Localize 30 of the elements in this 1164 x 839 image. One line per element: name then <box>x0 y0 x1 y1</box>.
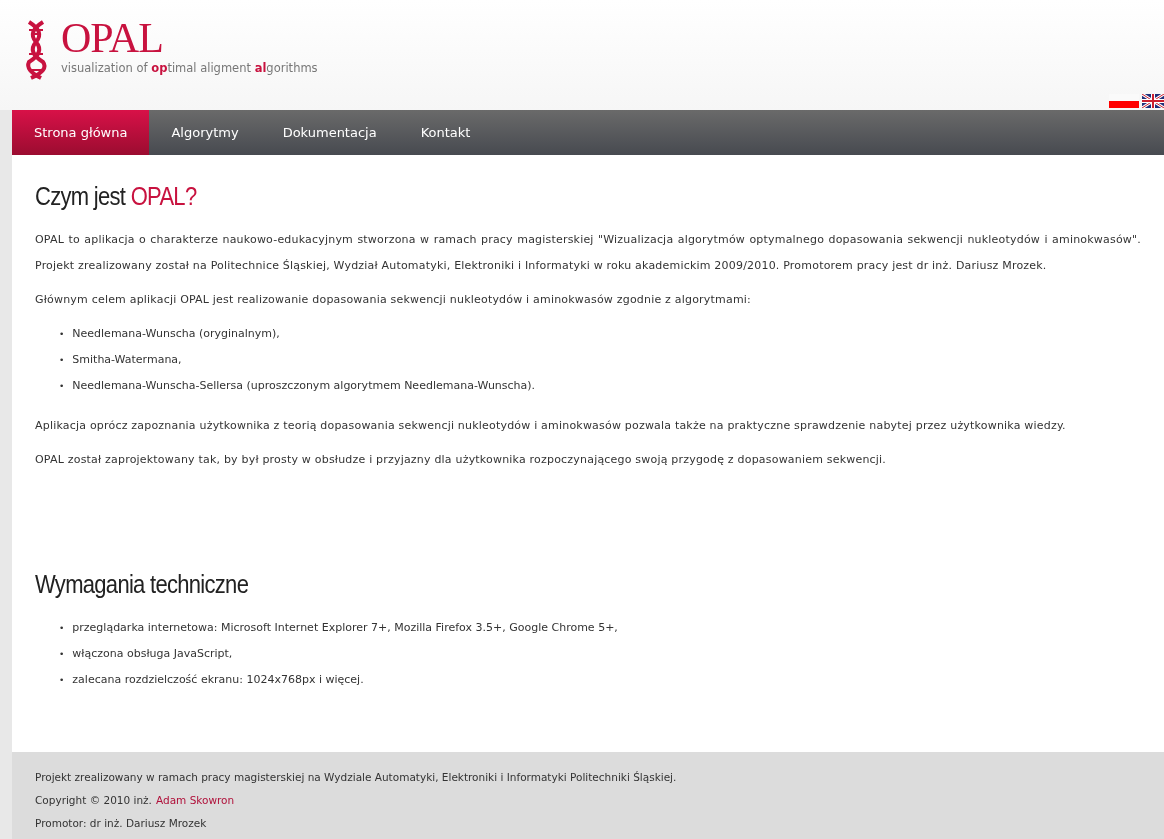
paragraph: OPAL został zaprojektowany tak, by był prosty w obsłudze i przyjazny dla użytkownika rozpoczynającego swoją przygodę z dopasowaniem sekwencji. <box>35 452 888 468</box>
bullet: • <box>59 648 65 661</box>
nav-tab[interactable]: Algorytmy <box>149 110 261 155</box>
nav-tab[interactable]: Kontakt <box>398 110 493 155</box>
list-item: Smitha-Watermana, <box>72 352 182 368</box>
list-item: Needlemana-Wunscha-Sellersa (uproszczonym algorytmem Needlemana-Wunscha). <box>72 378 536 394</box>
copyright-text: Copyright © 2010 inż. <box>35 794 152 806</box>
paragraph: OPAL to aplikacja o charakterze naukowo-edukacyjnym stworzona w ramach pracy magisterskiej "Wizualizacja algorytmów optymalnego dopasowania sekwencji nukleotydów i aminokwasów". Projekt zrealizowany został na Politechnice Śląskiej, Wydział Automatyki, Elektroniki i Informatyki w roku akademickim 2009/2010. Promotorem pracy jest dr inż. Dariusz Mrozek. <box>35 232 1141 274</box>
list-item: włączona obsługa JavaScript, <box>72 646 233 662</box>
dna-logo-icon <box>23 20 49 80</box>
nav-tab[interactable]: Strona główna <box>12 110 150 155</box>
bullet: • <box>59 354 65 367</box>
bullet: • <box>59 622 65 635</box>
bullet: • <box>59 380 65 393</box>
tagline: visualization of optimal aligment algorithms <box>61 60 318 77</box>
bullet: • <box>59 328 65 341</box>
bullet: • <box>59 674 65 687</box>
section-heading: Wymagania techniczne <box>35 569 249 599</box>
paragraph: Aplikacja oprócz zapoznania użytkownika z teorią dopasowania sekwencji nukleotydów i aminokwasów pozwala także na praktyczne sprawdzenie nabytej przez użytkownika wiedzy. <box>35 418 1067 434</box>
author-link[interactable]: Adam Skowron <box>155 794 235 806</box>
list-item: zalecana rozdzielczość ekranu: 1024x768px i więcej. <box>72 672 364 688</box>
logo-title: OPAL <box>61 20 164 56</box>
footer-text: Projekt zrealizowany w ramach pracy magisterskiej na Wydziale Automatyki, Elektroniki i Informatyki Politechniki Śląskiej. <box>35 770 678 785</box>
paragraph: Głównym celem aplikacji OPAL jest realizowanie dopasowania sekwencji nukleotydów i aminokwasów zgodnie z algorytmami: <box>35 292 752 308</box>
nav-tab[interactable]: Dokumentacja <box>260 110 399 155</box>
list-item: przeglądarka internetowa: Microsoft Internet Explorer 7+, Mozilla Firefox 3.5+, Google Chrome 5+, <box>72 620 618 636</box>
list-item: Needlemana-Wunscha (oryginalnym), <box>72 326 280 342</box>
footer-text: Promotor: dr inż. Dariusz Mrozek <box>35 816 208 831</box>
british-flag-icon[interactable] <box>1142 94 1164 108</box>
section-heading: Czym jest OPAL? <box>35 181 197 211</box>
